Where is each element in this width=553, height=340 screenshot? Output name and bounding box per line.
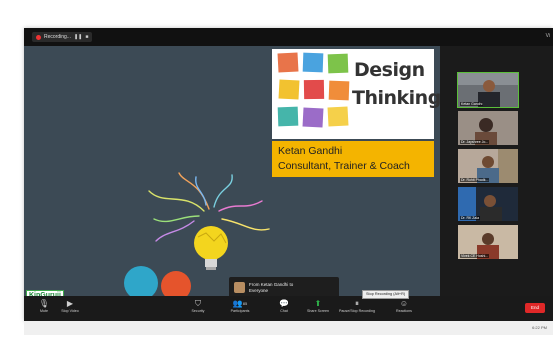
chat-to-line: Everyone — [249, 288, 269, 293]
crumpled-red-ball — [161, 271, 191, 296]
stop-video-label: Stop Video — [61, 309, 79, 313]
windows-taskbar: 6:22 PM — [24, 321, 553, 335]
participant-tile[interactable]: Vivek CE Hoshi... — [458, 225, 518, 259]
pause-icon[interactable]: ❚❚ — [74, 34, 82, 40]
share-screen-label: Share Screen — [307, 309, 329, 313]
crumpled-blue-ball — [124, 266, 158, 296]
presenter-banner: Ketan Gandhi Consultant, Trainer & Coach — [272, 141, 434, 177]
design-thinking-logo: Design Thinking — [272, 49, 441, 139]
sticky-note — [277, 52, 299, 73]
record-dot-icon — [36, 34, 41, 40]
sticky-note — [327, 53, 349, 74]
video-camera-icon: ▶ — [66, 299, 74, 308]
recording-indicator[interactable]: Recording... ❚❚ ■ — [32, 32, 93, 42]
sticky-note — [303, 79, 325, 100]
logo-text-design: Design — [354, 59, 425, 81]
presenter-title: Consultant, Trainer & Coach — [278, 160, 410, 172]
shield-icon: ⛉ — [195, 299, 201, 308]
sticky-note — [302, 107, 324, 128]
participant-name: Ketan Gandhi — [460, 102, 484, 106]
chat-sender: From Ketan Gandhi to Everyone — [249, 282, 293, 294]
recording-label: Recording... — [44, 34, 71, 40]
reactions-icon: ☺ — [399, 299, 409, 308]
participants-label: Participants — [230, 309, 250, 313]
participants-button[interactable]: 👥85 Participants — [220, 298, 260, 314]
participant-name: Dr. Rohit Phadk... — [460, 178, 490, 182]
sticky-note — [302, 52, 324, 73]
sticky-notes-graphic — [277, 52, 352, 133]
participant-count: 85 — [242, 301, 248, 306]
security-label: Security — [191, 309, 205, 313]
participant-name: Dr. RK Zala — [460, 216, 481, 220]
pause-stop-recording-button[interactable]: ⏸ Pause/Stop Recording — [334, 298, 380, 314]
end-meeting-button[interactable]: End — [525, 303, 545, 313]
participant-tile[interactable]: Dr. RK Zala — [458, 187, 518, 221]
participants-icon: 👥85 — [232, 299, 248, 308]
zoom-window: Recording... ❚❚ ■ Vi Design Thinking Ket… — [24, 28, 553, 321]
sticky-note — [328, 80, 350, 101]
participant-name: Vivek CE Hoshi... — [460, 254, 490, 258]
logo-text-thinking: Thinking — [352, 87, 441, 109]
recording-button-label: Pause/Stop Recording — [339, 309, 375, 313]
participant-tile[interactable]: Dr. Jayshree Jo... — [458, 111, 518, 145]
top-bar: Recording... ❚❚ ■ Vi — [24, 28, 553, 46]
record-icon: ⏸ — [355, 299, 359, 308]
view-button[interactable]: Vi — [546, 33, 550, 39]
taskbar-clock: 6:22 PM — [532, 325, 547, 330]
stop-icon[interactable]: ■ — [85, 34, 88, 40]
sticky-note — [327, 106, 349, 127]
share-screen-icon: ⬆ — [314, 299, 322, 308]
sticky-note — [277, 106, 299, 127]
stop-video-button[interactable]: ▶ Stop Video — [50, 298, 90, 314]
security-button[interactable]: ⛉ Security — [178, 298, 218, 314]
share-screen-button[interactable]: ⬆ Share Screen — [298, 298, 338, 314]
presenter-name: Ketan Gandhi — [278, 145, 343, 157]
avatar — [234, 282, 245, 293]
participant-tile[interactable]: Ketan Gandhi — [457, 72, 519, 108]
participant-tile[interactable]: Dr. Rohit Phadk... — [458, 149, 518, 183]
meeting-toolbar: 🎙 Mute ▶ Stop Video ⛉ Security 👥85 Parti… — [24, 290, 553, 321]
shared-screen: Design Thinking Ketan Gandhi Consultant,… — [24, 46, 441, 314]
reactions-button[interactable]: ☺ Reactions — [384, 298, 424, 314]
participant-gallery: Ketan Gandhi Dr. Jayshree Jo... Dr. Rohi… — [457, 72, 520, 321]
reactions-label: Reactions — [396, 309, 412, 313]
participant-name: Dr. Jayshree Jo... — [460, 140, 490, 144]
crumpled-yellow-ball — [194, 226, 228, 260]
sticky-note — [278, 79, 300, 100]
